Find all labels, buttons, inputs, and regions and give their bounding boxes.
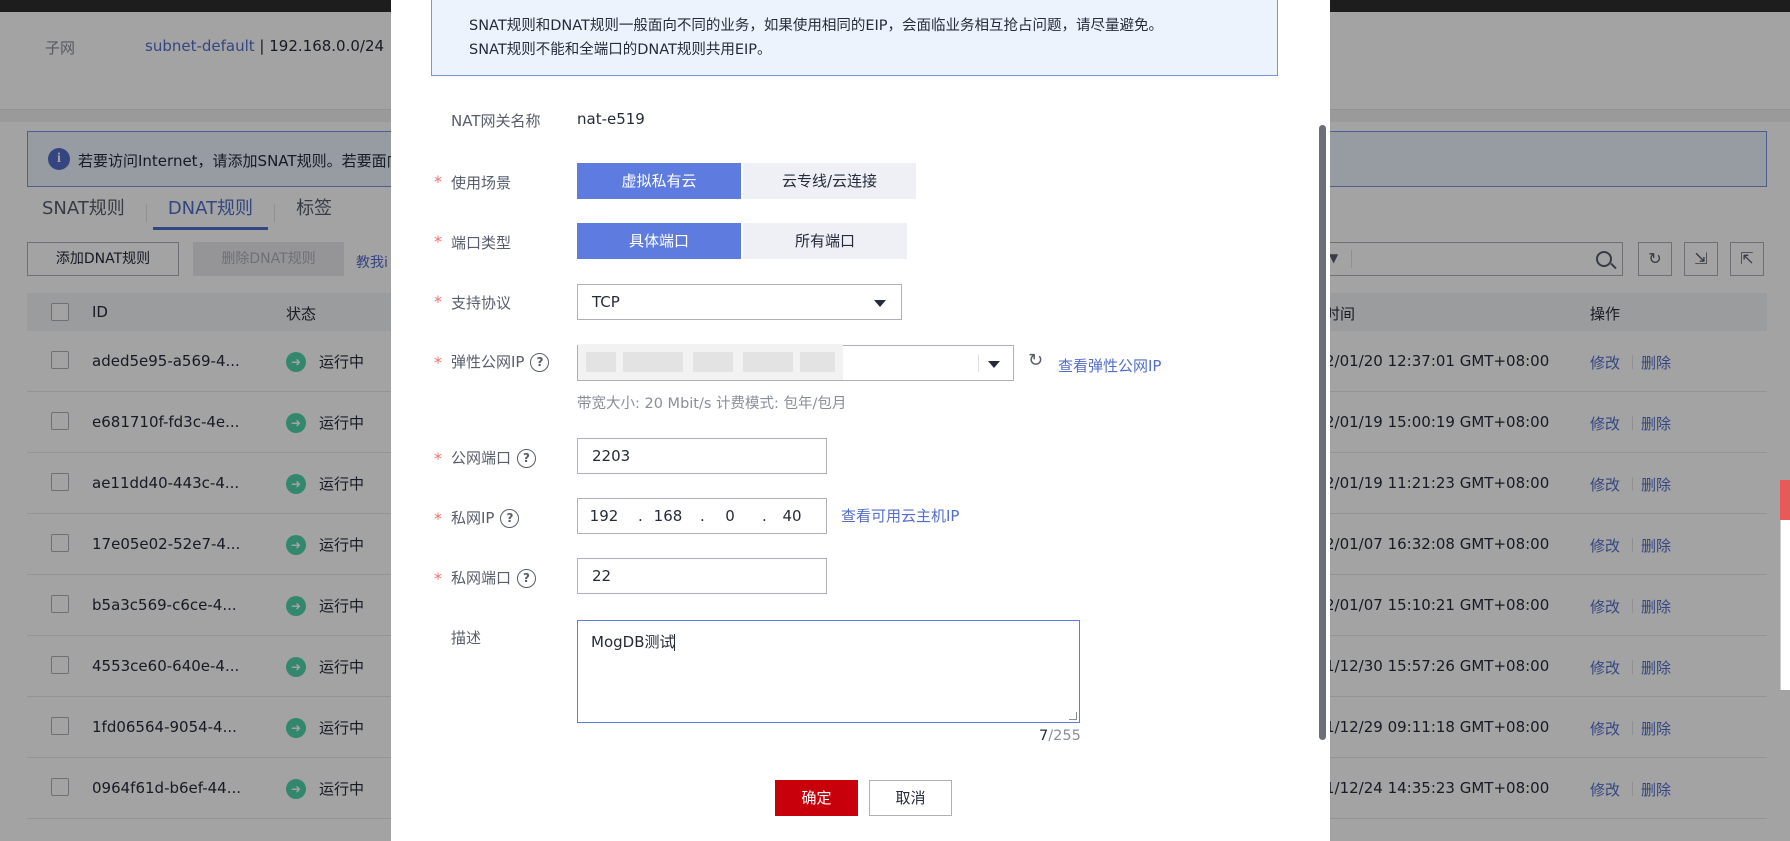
help-icon[interactable]: ? (517, 449, 537, 468)
private-ip-input[interactable]: 192 . 168 . 0 . 40 (577, 498, 827, 534)
protocol-value: TCP (592, 293, 620, 311)
description-value: MogDB测试 (591, 631, 676, 652)
tip-line-2: SNAT规则不能和全端口的DNAT规则共用EIP。 (469, 42, 772, 58)
public-port-label-text: 公网端口 (451, 449, 512, 467)
scenario-selector: 虚拟私有云 云专线/云连接 (577, 163, 916, 199)
scenario-option-vpc[interactable]: 虚拟私有云 (577, 163, 741, 199)
description-char-counter: 7/255 (1039, 728, 1081, 744)
dialog-tip-box: SNAT规则和DNAT规则一般面向不同的业务，如果使用相同的EIP，会面临业务相… (431, 0, 1278, 76)
ip-dot: . (762, 507, 767, 525)
select-divider (978, 354, 979, 372)
view-available-ip-link[interactable]: 查看可用云主机IP (841, 505, 959, 526)
chevron-down-icon (988, 361, 1000, 368)
ip-octet-1[interactable]: 192 (586, 507, 622, 525)
help-icon[interactable]: ? (517, 569, 537, 588)
resize-handle[interactable] (1069, 712, 1077, 720)
eip-label: 弹性公网IP? (451, 351, 550, 372)
protocol-select[interactable]: TCP (577, 284, 902, 320)
scenario-option-direct-connect[interactable]: 云专线/云连接 (743, 163, 916, 199)
add-dnat-rule-dialog: SNAT规则和DNAT规则一般面向不同的业务，如果使用相同的EIP，会面临业务相… (391, 0, 1330, 841)
eip-value-redacted (578, 344, 843, 380)
refresh-icon[interactable]: ↻ (1028, 352, 1046, 370)
required-mark: * (434, 172, 442, 191)
private-ip-label-text: 私网IP (451, 509, 495, 527)
view-eip-link[interactable]: 查看弹性公网IP (1058, 355, 1161, 376)
confirm-button[interactable]: 确定 (775, 780, 858, 816)
description-label: 描述 (451, 629, 482, 647)
required-mark: * (434, 449, 442, 468)
public-port-label: 公网端口? (451, 447, 537, 468)
text-cursor (674, 634, 676, 651)
chevron-down-icon (874, 300, 886, 307)
port-type-option-all[interactable]: 所有端口 (743, 223, 907, 259)
private-port-label-text: 私网端口 (451, 569, 512, 587)
description-text: MogDB测试 (591, 633, 675, 651)
dialog-scrollbar[interactable] (1319, 125, 1326, 740)
port-type-label: 端口类型 (451, 234, 512, 252)
cancel-button[interactable]: 取消 (869, 780, 952, 816)
required-mark: * (434, 353, 442, 372)
eip-select[interactable] (577, 344, 1014, 381)
help-icon[interactable]: ? (530, 353, 550, 372)
scenario-label: 使用场景 (451, 174, 512, 192)
eip-label-text: 弹性公网IP (451, 353, 525, 371)
ip-dot: . (700, 507, 705, 525)
private-port-value: 22 (592, 567, 612, 585)
port-type-option-specific[interactable]: 具体端口 (577, 223, 741, 259)
ip-octet-3[interactable]: 0 (712, 507, 748, 525)
private-port-label: 私网端口? (451, 567, 537, 588)
char-count: 7 (1039, 728, 1049, 744)
help-icon[interactable]: ? (500, 509, 520, 528)
side-feedback-tab[interactable] (1780, 480, 1790, 520)
protocol-label: 支持协议 (451, 294, 512, 312)
ip-octet-4[interactable]: 40 (774, 507, 810, 525)
required-mark: * (434, 569, 442, 588)
required-mark: * (434, 292, 442, 311)
public-port-value: 2203 (592, 447, 631, 465)
eip-hint: 带宽大小: 20 Mbit/s 计费模式: 包年/包月 (577, 396, 847, 412)
nat-name-label: NAT网关名称 (451, 112, 541, 130)
public-port-input[interactable]: 2203 (577, 438, 827, 474)
required-mark: * (434, 232, 442, 251)
nat-name-value: nat-e519 (577, 110, 645, 128)
ip-octet-2[interactable]: 168 (650, 507, 686, 525)
ip-dot: . (638, 507, 643, 525)
required-mark: * (434, 509, 442, 528)
port-type-selector: 具体端口 所有端口 (577, 223, 907, 259)
tip-line-1: SNAT规则和DNAT规则一般面向不同的业务，如果使用相同的EIP，会面临业务相… (469, 14, 1259, 35)
private-ip-label: 私网IP? (451, 507, 520, 528)
private-port-input[interactable]: 22 (577, 558, 827, 594)
char-max: /255 (1048, 728, 1081, 744)
side-panel-edge (1780, 520, 1790, 690)
description-textarea[interactable]: MogDB测试 (577, 620, 1080, 723)
